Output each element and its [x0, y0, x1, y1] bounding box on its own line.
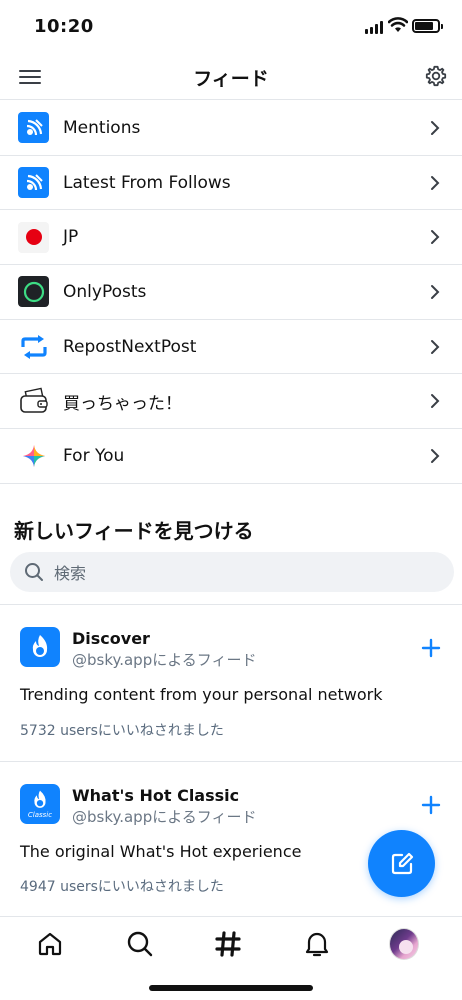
avatar — [389, 928, 419, 960]
wallet-icon — [18, 386, 49, 417]
chevron-right-icon — [431, 394, 440, 409]
status-time: 10:20 — [34, 16, 94, 37]
search-placeholder: 検索 — [54, 564, 87, 583]
feed-card-description: The original What's Hot experience — [20, 842, 302, 861]
compose-icon — [391, 852, 413, 874]
add-feed-button[interactable] — [420, 637, 442, 659]
flame-classic-icon: Classic — [20, 784, 60, 824]
feed-item-mentions[interactable]: Mentions — [0, 101, 462, 156]
sparkle-icon — [18, 440, 49, 471]
bottom-navigation — [0, 916, 462, 1000]
feed-item-repostnextpost[interactable]: RepostNextPost — [0, 320, 462, 375]
flame-icon — [20, 627, 60, 667]
feed-card-description: Trending content from your personal netw… — [20, 685, 383, 704]
nav-profile[interactable] — [389, 928, 419, 960]
feed-item-label: 買っちゃった！ — [63, 393, 182, 414]
feed-item-for-you[interactable]: For You — [0, 429, 462, 484]
feed-card-likes: 4947 usersにいいねされました — [20, 879, 224, 895]
home-indicator — [149, 985, 313, 991]
compose-button[interactable] — [368, 830, 435, 897]
search-icon — [127, 931, 153, 957]
bell-icon — [305, 932, 329, 957]
nav-home[interactable] — [35, 929, 65, 959]
feed-item-jp[interactable]: JP — [0, 210, 462, 266]
feed-card-discover[interactable]: Discover @bsky.appによるフィード Trending conte… — [0, 605, 462, 761]
repost-icon — [18, 331, 49, 362]
japan-flag-icon — [18, 221, 49, 253]
feed-card-name: Discover — [72, 629, 150, 648]
feed-broadcast-icon — [18, 167, 49, 199]
saved-feeds-list: Mentions Latest From Follows JP OnlyPost… — [0, 101, 462, 484]
search-icon — [25, 563, 43, 581]
nav-feeds[interactable] — [213, 929, 243, 959]
wifi-icon — [388, 17, 408, 32]
classic-caption: Classic — [27, 811, 53, 819]
feed-card-author: @bsky.appによるフィード — [72, 808, 257, 826]
chevron-right-icon — [431, 285, 440, 300]
cellular-signal-icon — [365, 20, 383, 34]
chevron-right-icon — [431, 121, 440, 135]
feed-item-label: Latest From Follows — [63, 172, 231, 193]
chevron-right-icon — [431, 230, 440, 245]
feed-item-label: RepostNextPost — [63, 336, 197, 357]
page-title: フィード — [193, 68, 269, 90]
feed-card-author: @bsky.appによるフィード — [72, 651, 257, 669]
feed-broadcast-icon — [18, 112, 49, 144]
ring-icon — [18, 276, 49, 308]
app-header: フィード — [0, 56, 462, 100]
chevron-right-icon — [431, 175, 440, 190]
feed-item-label: JP — [63, 227, 79, 248]
hashtag-icon — [215, 931, 241, 957]
feed-item-latest-from-follows[interactable]: Latest From Follows — [0, 156, 462, 211]
home-icon — [38, 932, 62, 956]
feed-card-name: What's Hot Classic — [72, 786, 240, 805]
status-bar: 10:20 — [0, 0, 462, 56]
feed-card-likes: 5732 usersにいいねされました — [20, 723, 224, 739]
discover-section-title: 新しいフィードを見つける — [14, 519, 254, 543]
feed-search-input[interactable]: 検索 — [10, 552, 454, 592]
feed-item-label: Mentions — [63, 117, 141, 138]
feed-item-katta[interactable]: 買っちゃった！ — [0, 374, 462, 430]
chevron-right-icon — [431, 339, 440, 354]
chevron-right-icon — [431, 449, 440, 464]
nav-notifications[interactable] — [302, 929, 332, 959]
battery-icon — [412, 19, 443, 33]
nav-search[interactable] — [125, 929, 155, 959]
feed-item-onlyposts[interactable]: OnlyPosts — [0, 265, 462, 320]
feed-item-label: OnlyPosts — [63, 281, 147, 302]
add-feed-button[interactable] — [420, 794, 442, 816]
gear-icon[interactable] — [424, 64, 448, 88]
feed-item-label: For You — [63, 445, 125, 466]
